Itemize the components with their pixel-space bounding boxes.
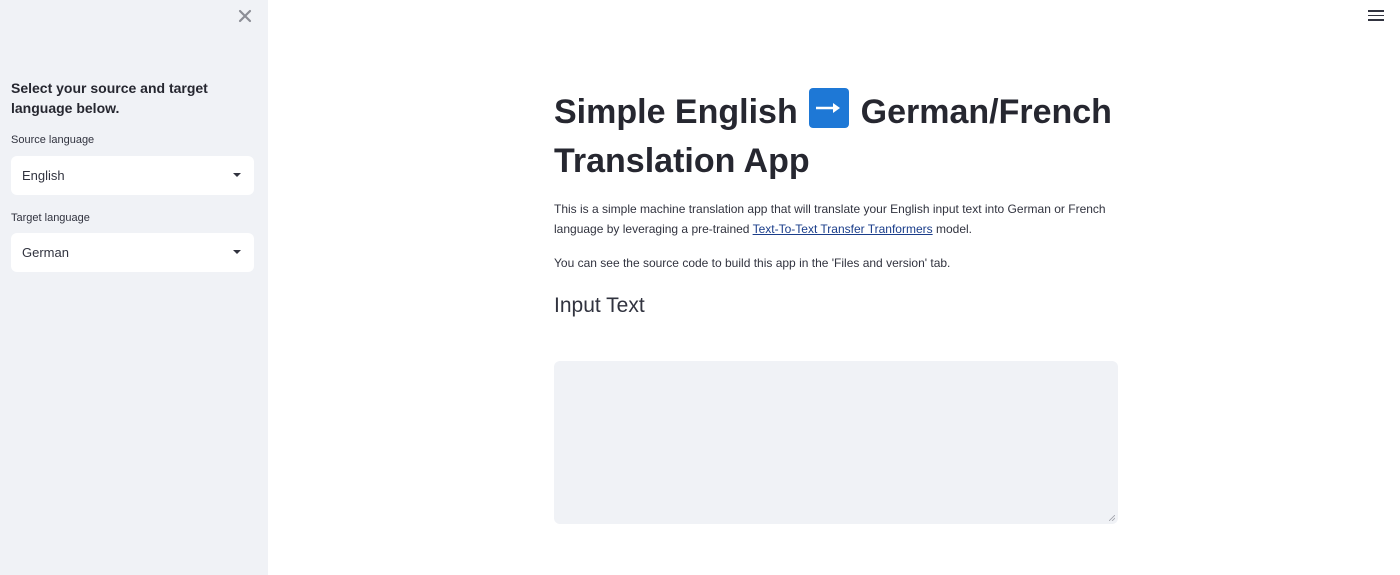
- sidebar-heading: Select your source and target language b…: [11, 80, 208, 116]
- source-language-select[interactable]: English: [11, 156, 254, 195]
- source-language-label: Source language: [11, 134, 95, 146]
- chevron-down-icon: [233, 173, 241, 177]
- source-code-note: You can see the source code to build thi…: [554, 256, 951, 270]
- main-menu-button[interactable]: [1368, 10, 1384, 24]
- source-language-value: English: [22, 168, 65, 183]
- chevron-down-icon: [233, 250, 241, 254]
- sidebar: Select your source and target language b…: [0, 0, 268, 575]
- title-part-1: Simple English: [554, 93, 798, 131]
- close-icon: [238, 9, 252, 23]
- intro-text-end: model.: [932, 222, 972, 236]
- t5-model-link[interactable]: Text-To-Text Transfer Tranformers: [753, 222, 933, 236]
- intro-paragraph: This is a simple machine translation app…: [554, 199, 1124, 239]
- input-text-area[interactable]: [554, 361, 1118, 524]
- app-root: Select your source and target language b…: [0, 0, 1400, 575]
- target-language-select[interactable]: German: [11, 233, 254, 272]
- resize-handle-icon[interactable]: [1109, 515, 1115, 521]
- right-arrow-emoji-icon: [809, 88, 850, 128]
- input-text-heading: Input Text: [554, 294, 645, 317]
- close-sidebar-button[interactable]: [236, 7, 254, 25]
- target-language-label: Target language: [11, 212, 90, 224]
- hamburger-menu-icon: [1368, 10, 1384, 21]
- target-language-value: German: [22, 245, 69, 260]
- page-title: Simple English German/French Translation…: [554, 88, 1124, 186]
